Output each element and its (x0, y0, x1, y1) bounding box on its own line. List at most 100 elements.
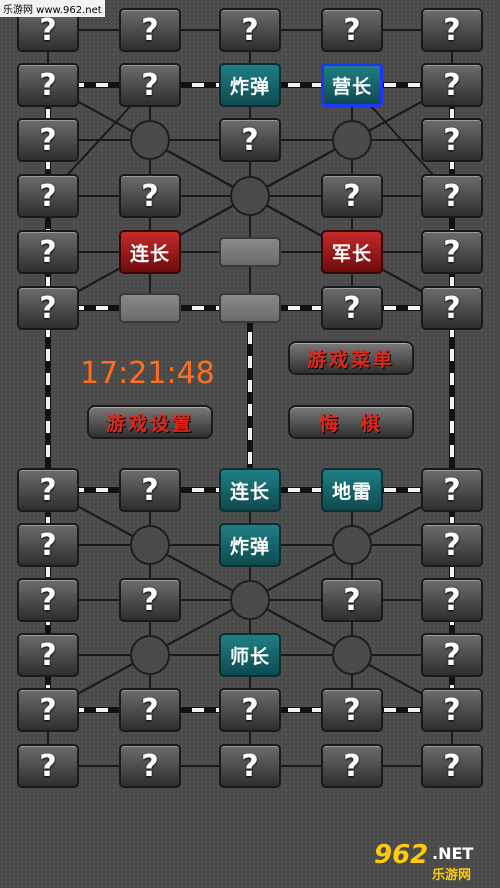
hidden-piece[interactable]: ? (321, 174, 383, 218)
hidden-piece[interactable]: ? (119, 174, 181, 218)
question-mark-icon: ? (141, 12, 159, 48)
question-mark-icon: ? (443, 748, 461, 784)
camp-station[interactable] (130, 635, 170, 675)
piece-label: 地雷 (331, 480, 372, 503)
hidden-piece[interactable]: ? (219, 688, 281, 732)
teal-piece[interactable]: 炸弹 (219, 523, 281, 567)
question-mark-icon: ? (443, 472, 461, 508)
hidden-piece[interactable]: ? (119, 63, 181, 107)
question-mark-icon: ? (343, 692, 361, 728)
teal-piece-selected[interactable]: 营长 (321, 63, 383, 107)
hidden-piece[interactable]: ? (421, 63, 483, 107)
game-settings-button[interactable]: 游戏设置 (87, 405, 213, 439)
hidden-piece[interactable]: ? (321, 8, 383, 52)
question-mark-icon: ? (39, 234, 57, 270)
hidden-piece[interactable]: ? (17, 230, 79, 274)
hidden-piece[interactable]: ? (421, 578, 483, 622)
piece-label: 炸弹 (229, 75, 270, 98)
camp-station[interactable] (130, 120, 170, 160)
piece-label: 炸弹 (229, 535, 270, 558)
question-mark-icon: ? (241, 748, 259, 784)
question-mark-icon: ? (443, 67, 461, 103)
camp-station[interactable] (130, 525, 170, 565)
hidden-piece[interactable]: ? (17, 578, 79, 622)
question-mark-icon: ? (141, 472, 159, 508)
hidden-piece[interactable]: ? (421, 744, 483, 788)
empty-station[interactable] (219, 237, 281, 267)
hidden-piece[interactable]: ? (421, 688, 483, 732)
undo-move-button[interactable]: 悔 棋 (288, 405, 414, 439)
teal-piece[interactable]: 师长 (219, 633, 281, 677)
hidden-piece[interactable]: ? (17, 744, 79, 788)
hidden-piece[interactable]: ? (119, 688, 181, 732)
game-settings-label: 游戏设置 (105, 412, 194, 435)
hidden-piece[interactable]: ? (421, 174, 483, 218)
hidden-piece[interactable]: ? (119, 468, 181, 512)
teal-piece[interactable]: 炸弹 (219, 63, 281, 107)
hidden-piece[interactable]: ? (219, 118, 281, 162)
empty-station[interactable] (119, 293, 181, 323)
game-menu-button[interactable]: 游戏菜单 (288, 341, 414, 375)
question-mark-icon: ? (443, 637, 461, 673)
hidden-piece[interactable]: ? (17, 286, 79, 330)
question-mark-icon: ? (343, 748, 361, 784)
hidden-piece[interactable]: ? (219, 8, 281, 52)
camp-station[interactable] (230, 176, 270, 216)
camp-station[interactable] (332, 525, 372, 565)
hidden-piece[interactable]: ? (17, 523, 79, 567)
question-mark-icon: ? (443, 178, 461, 214)
hidden-piece[interactable]: ? (421, 633, 483, 677)
question-mark-icon: ? (141, 692, 159, 728)
question-mark-icon: ? (39, 178, 57, 214)
question-mark-icon: ? (39, 748, 57, 784)
question-mark-icon: ? (443, 290, 461, 326)
hidden-piece[interactable]: ? (321, 578, 383, 622)
red-piece[interactable]: 连长 (119, 230, 181, 274)
camp-station[interactable] (332, 120, 372, 160)
question-mark-icon: ? (443, 12, 461, 48)
watermark-net: .NET (432, 844, 474, 863)
game-menu-label: 游戏菜单 (306, 348, 395, 371)
question-mark-icon: ? (343, 290, 361, 326)
watermark-bottom: 962 .NET 乐游网 (370, 836, 496, 884)
hidden-piece[interactable]: ? (119, 578, 181, 622)
hidden-piece[interactable]: ? (421, 523, 483, 567)
camp-station[interactable] (332, 635, 372, 675)
teal-piece[interactable]: 连长 (219, 468, 281, 512)
piece-label: 连长 (129, 242, 170, 265)
hidden-piece[interactable]: ? (219, 744, 281, 788)
hidden-piece[interactable]: ? (17, 468, 79, 512)
red-piece[interactable]: 军长 (321, 230, 383, 274)
camp-station[interactable] (230, 580, 270, 620)
watermark-number: 962 (374, 840, 429, 870)
hidden-piece[interactable]: ? (421, 468, 483, 512)
hidden-piece[interactable]: ? (421, 230, 483, 274)
hidden-piece[interactable]: ? (421, 118, 483, 162)
hidden-piece[interactable]: ? (321, 286, 383, 330)
game-timer: 17:21:48 (80, 356, 215, 391)
hidden-piece[interactable]: ? (17, 118, 79, 162)
empty-station[interactable] (219, 293, 281, 323)
hidden-piece[interactable]: ? (321, 688, 383, 732)
question-mark-icon: ? (343, 178, 361, 214)
watermark-top: 乐游网 www.962.net (0, 0, 105, 17)
hidden-piece[interactable]: ? (17, 688, 79, 732)
question-mark-icon: ? (141, 67, 159, 103)
question-mark-icon: ? (141, 582, 159, 618)
question-mark-icon: ? (39, 12, 57, 48)
hidden-piece[interactable]: ? (119, 8, 181, 52)
hidden-piece[interactable]: ? (119, 744, 181, 788)
question-mark-icon: ? (443, 582, 461, 618)
teal-piece[interactable]: 地雷 (321, 468, 383, 512)
piece-label: 连长 (229, 480, 270, 503)
piece-label: 军长 (331, 242, 372, 265)
game-board: ??????? 炸弹 营长????????? 连长 军长?????? 连长 地雷?? 炸弹??… (0, 0, 500, 888)
piece-label: 师长 (229, 645, 270, 668)
hidden-piece[interactable]: ? (17, 63, 79, 107)
hidden-piece[interactable]: ? (17, 633, 79, 677)
hidden-piece[interactable]: ? (421, 286, 483, 330)
hidden-piece[interactable]: ? (421, 8, 483, 52)
hidden-piece[interactable]: ? (321, 744, 383, 788)
hidden-piece[interactable]: ? (17, 174, 79, 218)
question-mark-icon: ? (241, 12, 259, 48)
